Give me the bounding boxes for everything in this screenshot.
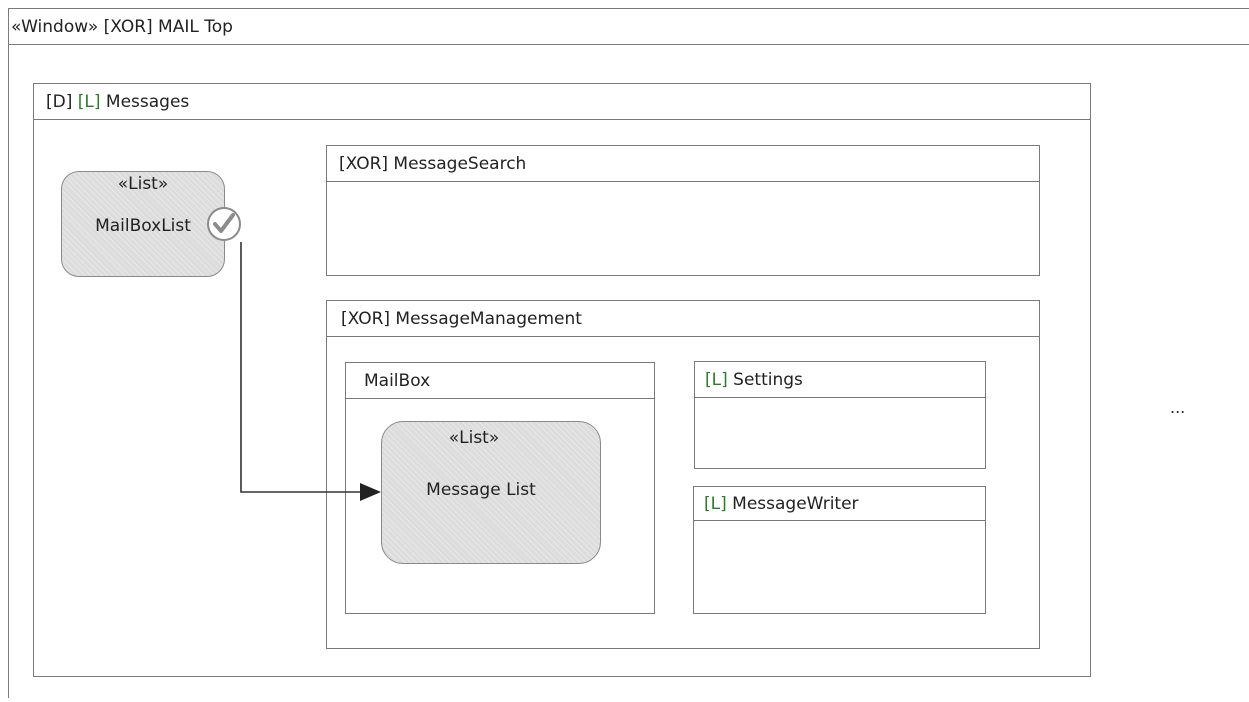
connector-arrow <box>240 242 381 501</box>
ellipsis-label: ... <box>1170 398 1186 417</box>
